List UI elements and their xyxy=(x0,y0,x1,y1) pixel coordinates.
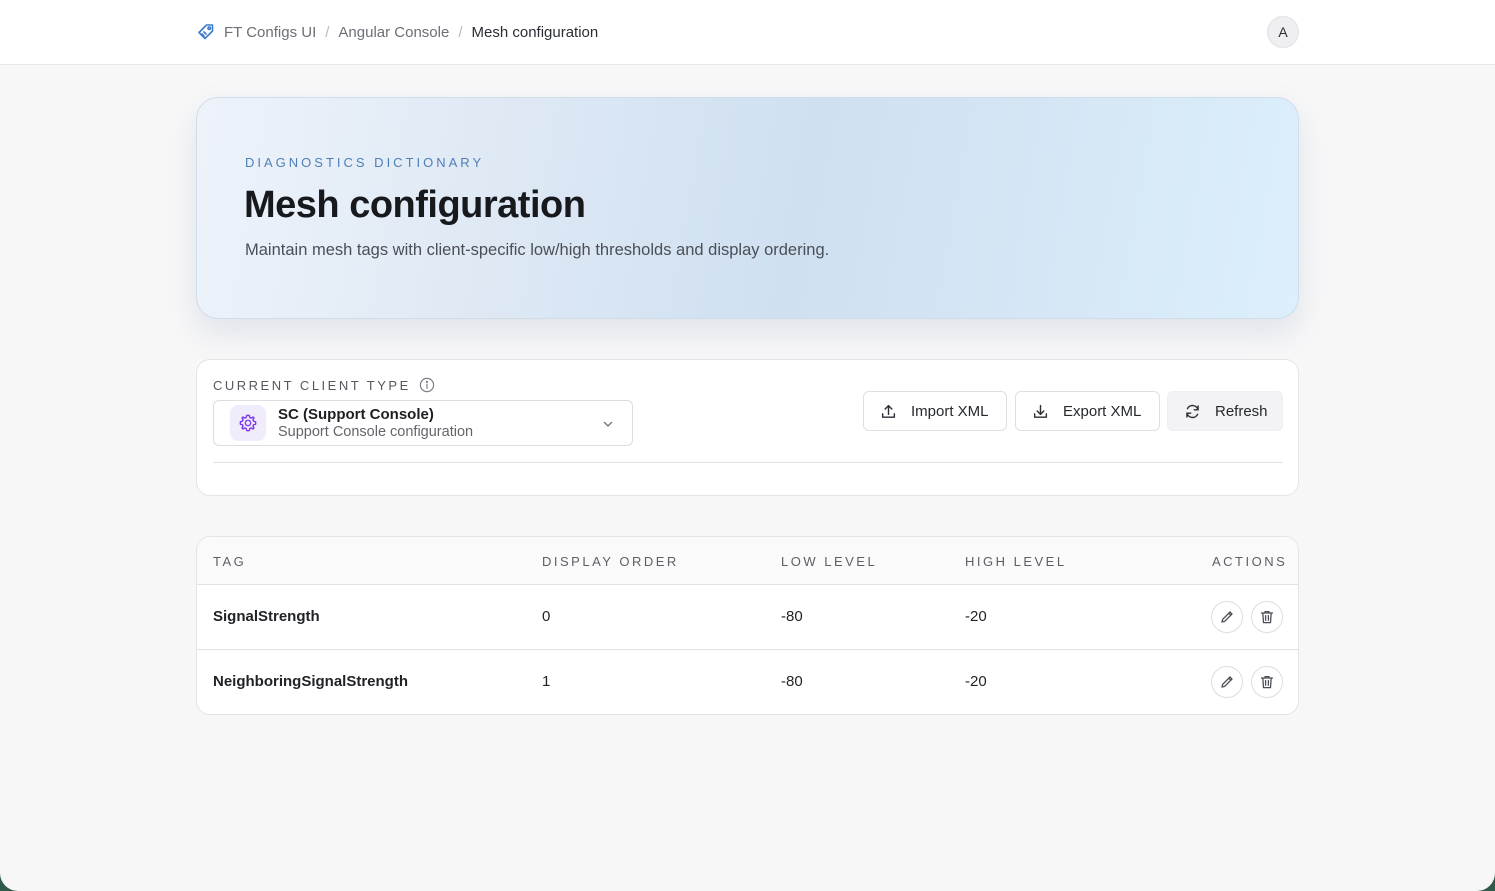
import-xml-label: Import XML xyxy=(911,402,989,420)
table-row: SignalStrength 0 -80 -20 xyxy=(197,585,1298,650)
page-title: Mesh configuration xyxy=(244,184,586,226)
gear-icon xyxy=(230,405,266,441)
trash-icon xyxy=(1260,610,1274,624)
client-type-label-row: CURRENT CLIENT TYPE xyxy=(213,377,435,393)
export-xml-label: Export XML xyxy=(1063,402,1142,420)
cell-tag: NeighboringSignalStrength xyxy=(213,673,408,690)
refresh-label: Refresh xyxy=(1215,402,1268,420)
avatar[interactable]: A xyxy=(1267,16,1299,48)
edit-button[interactable] xyxy=(1211,601,1243,633)
delete-button[interactable] xyxy=(1251,601,1283,633)
breadcrumb-item-ft-configs[interactable]: FT Configs UI xyxy=(224,24,316,41)
trash-icon xyxy=(1260,675,1274,689)
cell-low-level: -80 xyxy=(781,608,803,625)
client-type-selected-title: SC (Support Console) xyxy=(278,406,434,423)
upload-icon xyxy=(881,404,896,418)
export-xml-button[interactable]: Export XML xyxy=(1015,391,1160,431)
cell-high-level: -20 xyxy=(965,673,987,690)
table-row: NeighboringSignalStrength 1 -80 -20 xyxy=(197,650,1298,714)
chevron-down-icon xyxy=(600,416,616,432)
hero-eyebrow: DIAGNOSTICS DICTIONARY xyxy=(245,155,485,170)
cell-tag: SignalStrength xyxy=(213,608,320,625)
info-icon[interactable] xyxy=(419,377,435,393)
column-header-actions: ACTIONS xyxy=(1212,554,1288,569)
column-header-high-level: HIGH LEVEL xyxy=(965,554,1067,569)
cell-low-level: -80 xyxy=(781,673,803,690)
client-type-label: CURRENT CLIENT TYPE xyxy=(213,377,411,393)
hero-banner: DIAGNOSTICS DICTIONARY Mesh configuratio… xyxy=(196,97,1299,319)
mesh-tags-table: TAG DISPLAY ORDER LOW LEVEL HIGH LEVEL A… xyxy=(196,536,1299,715)
column-header-low-level: LOW LEVEL xyxy=(781,554,878,569)
client-type-selected-subtitle: Support Console configuration xyxy=(278,424,474,440)
breadcrumb-current: Mesh configuration xyxy=(471,23,599,41)
client-type-select[interactable]: SC (Support Console) Support Console con… xyxy=(213,400,633,446)
pencil-icon xyxy=(1221,676,1233,688)
page-subtitle: Maintain mesh tags with client-specific … xyxy=(245,241,830,259)
column-header-display-order: DISPLAY ORDER xyxy=(542,554,679,569)
edit-button[interactable] xyxy=(1211,666,1243,698)
client-type-card: CURRENT CLIENT TYPE SC (Support Console)… xyxy=(196,359,1299,496)
cell-high-level: -20 xyxy=(965,608,987,625)
breadcrumb-separator: / xyxy=(325,23,330,41)
app-window: FT Configs UI / Angular Console / Mesh c… xyxy=(0,0,1495,891)
breadcrumb: FT Configs UI / Angular Console / Mesh c… xyxy=(196,20,598,44)
pencil-icon xyxy=(1221,611,1233,623)
breadcrumb-item-angular-console[interactable]: Angular Console xyxy=(338,24,449,41)
tag-icon xyxy=(196,22,216,42)
cell-display-order: 0 xyxy=(542,608,551,625)
table-header: TAG DISPLAY ORDER LOW LEVEL HIGH LEVEL A… xyxy=(197,537,1298,585)
breadcrumb-separator: / xyxy=(458,23,463,41)
refresh-icon xyxy=(1186,404,1199,418)
top-bar: FT Configs UI / Angular Console / Mesh c… xyxy=(0,0,1495,65)
refresh-button[interactable]: Refresh xyxy=(1167,391,1283,431)
divider xyxy=(213,462,1283,463)
delete-button[interactable] xyxy=(1251,666,1283,698)
column-header-tag: TAG xyxy=(213,554,247,569)
download-icon xyxy=(1033,404,1048,418)
cell-display-order: 1 xyxy=(542,673,551,690)
import-xml-button[interactable]: Import XML xyxy=(863,391,1007,431)
